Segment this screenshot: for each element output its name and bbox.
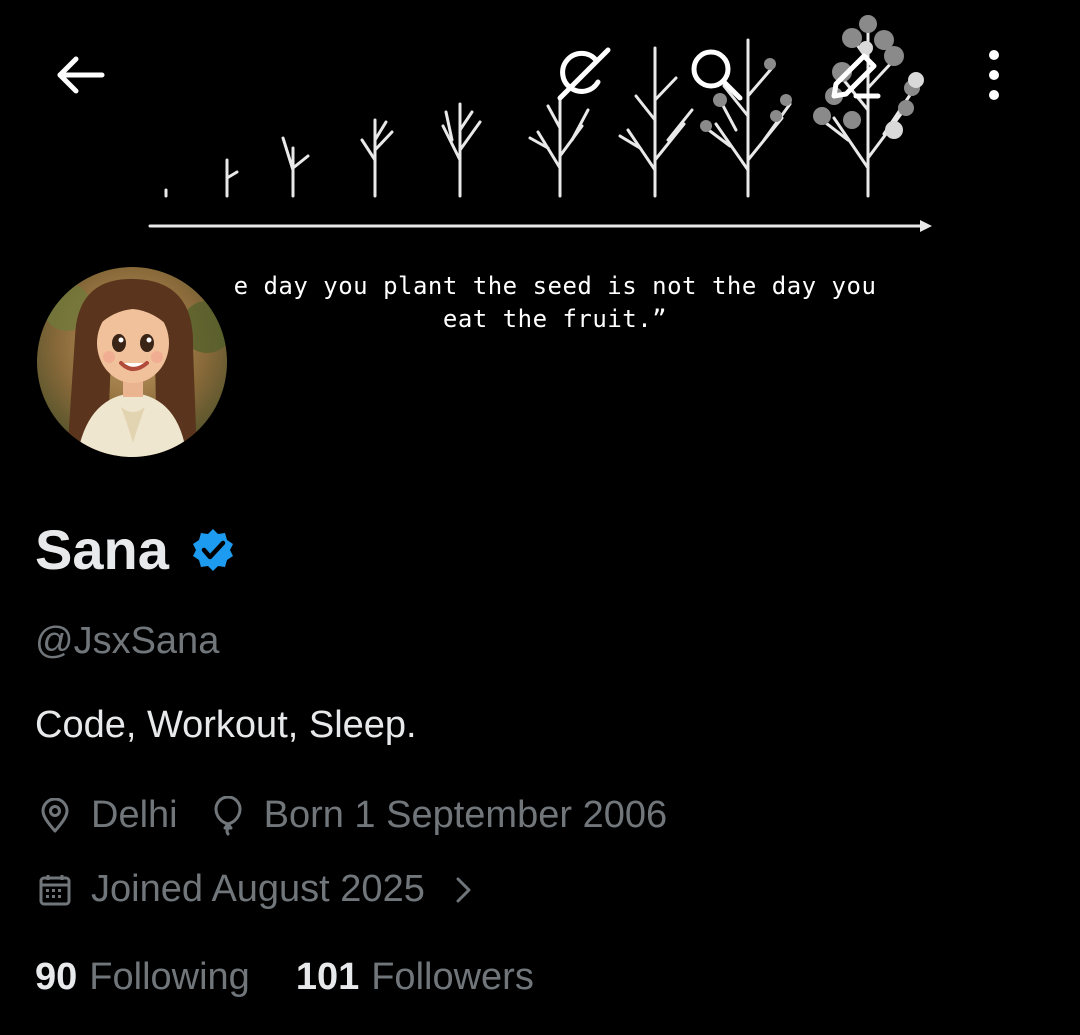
edit-pencil-icon	[831, 53, 881, 99]
banner-quote-line1: e day you plant the seed is not the day …	[233, 272, 877, 300]
avatar[interactable]	[34, 264, 230, 460]
location-text: Delhi	[91, 794, 178, 836]
birthday-item: Born 1 September 2006	[208, 794, 668, 837]
following-count: 90	[35, 956, 78, 998]
balloon-icon	[208, 795, 248, 836]
verified-badge-icon[interactable]	[189, 526, 237, 574]
joined-text: Joined August 2025	[91, 868, 425, 910]
search-button[interactable]	[680, 38, 752, 110]
followers-count: 101	[295, 956, 360, 998]
follow-stats: 90 Following 101 Followers	[35, 956, 580, 999]
profile-meta-row: Delhi Born 1 September 2006	[35, 794, 697, 837]
grok-button[interactable]	[548, 38, 620, 110]
birthday-text: Born 1 September 2006	[263, 794, 668, 836]
profile-name-row: Sana	[35, 517, 237, 583]
following-label: Following	[89, 956, 250, 998]
edit-profile-button[interactable]	[820, 38, 892, 110]
location-item: Delhi	[35, 794, 178, 837]
joined-row[interactable]: Joined August 2025	[35, 868, 499, 911]
more-vertical-icon	[989, 50, 999, 100]
more-options-button[interactable]	[966, 40, 1022, 110]
followers-link[interactable]: 101 Followers	[296, 956, 534, 999]
back-arrow-icon	[57, 56, 105, 94]
grok-icon	[557, 47, 611, 101]
chevron-right-icon	[443, 870, 483, 910]
avatar-image	[37, 267, 227, 457]
banner-quote-line2: eat the fruit.”	[442, 305, 668, 333]
display-name: Sana	[35, 518, 169, 581]
search-icon	[691, 49, 743, 101]
top-bar	[0, 0, 1080, 150]
profile-bio: Code, Workout, Sleep.	[35, 704, 417, 746]
username-handle: @JsxSana	[35, 620, 220, 662]
back-button[interactable]	[40, 40, 120, 110]
banner-quote: e day you plant the seed is not the day …	[170, 270, 940, 336]
location-pin-icon	[35, 796, 75, 836]
calendar-icon	[35, 870, 75, 910]
followers-label: Followers	[371, 956, 534, 998]
following-link[interactable]: 90 Following	[35, 956, 250, 999]
